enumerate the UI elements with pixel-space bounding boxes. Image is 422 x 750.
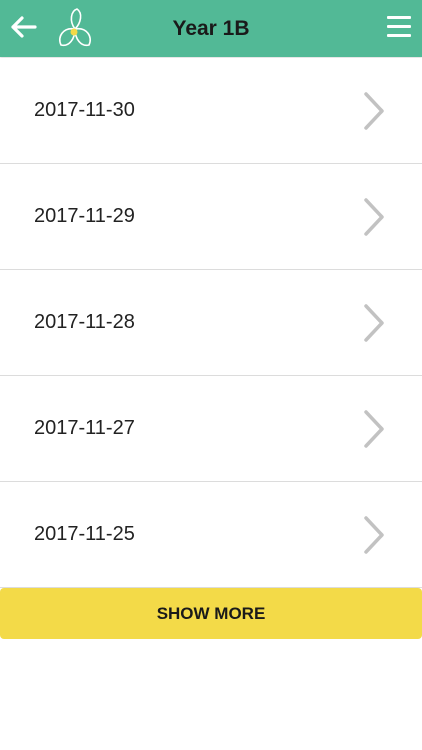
show-more-button[interactable]: SHOW MORE — [0, 588, 422, 639]
chevron-right-icon — [364, 304, 384, 342]
list-item-label: 2017-11-27 — [34, 417, 135, 439]
hamburger-menu-icon — [387, 16, 411, 19]
list-item[interactable]: 2017-11-25 — [0, 482, 422, 588]
back-button[interactable] — [6, 10, 40, 44]
chevron-right-icon — [364, 92, 384, 130]
list-item[interactable]: 2017-11-28 — [0, 270, 422, 376]
list-item-label: 2017-11-29 — [34, 205, 135, 227]
list-item[interactable]: 2017-11-30 — [0, 58, 422, 164]
chevron-right-icon — [364, 410, 384, 448]
arrow-left-icon — [11, 16, 37, 38]
chevron-right-icon — [364, 198, 384, 236]
leaf-logo-icon — [59, 8, 91, 47]
date-list: 2017-11-30 2017-11-29 2017-11-28 2017-11… — [0, 58, 422, 588]
list-item-label: 2017-11-30 — [34, 99, 135, 121]
list-item[interactable]: 2017-11-29 — [0, 164, 422, 270]
list-item-label: 2017-11-25 — [34, 523, 135, 545]
app-header: Year 1B — [0, 0, 422, 57]
menu-button[interactable] — [386, 14, 412, 40]
list-item-label: 2017-11-28 — [34, 311, 135, 333]
list-item[interactable]: 2017-11-27 — [0, 376, 422, 482]
chevron-right-icon — [364, 516, 384, 554]
